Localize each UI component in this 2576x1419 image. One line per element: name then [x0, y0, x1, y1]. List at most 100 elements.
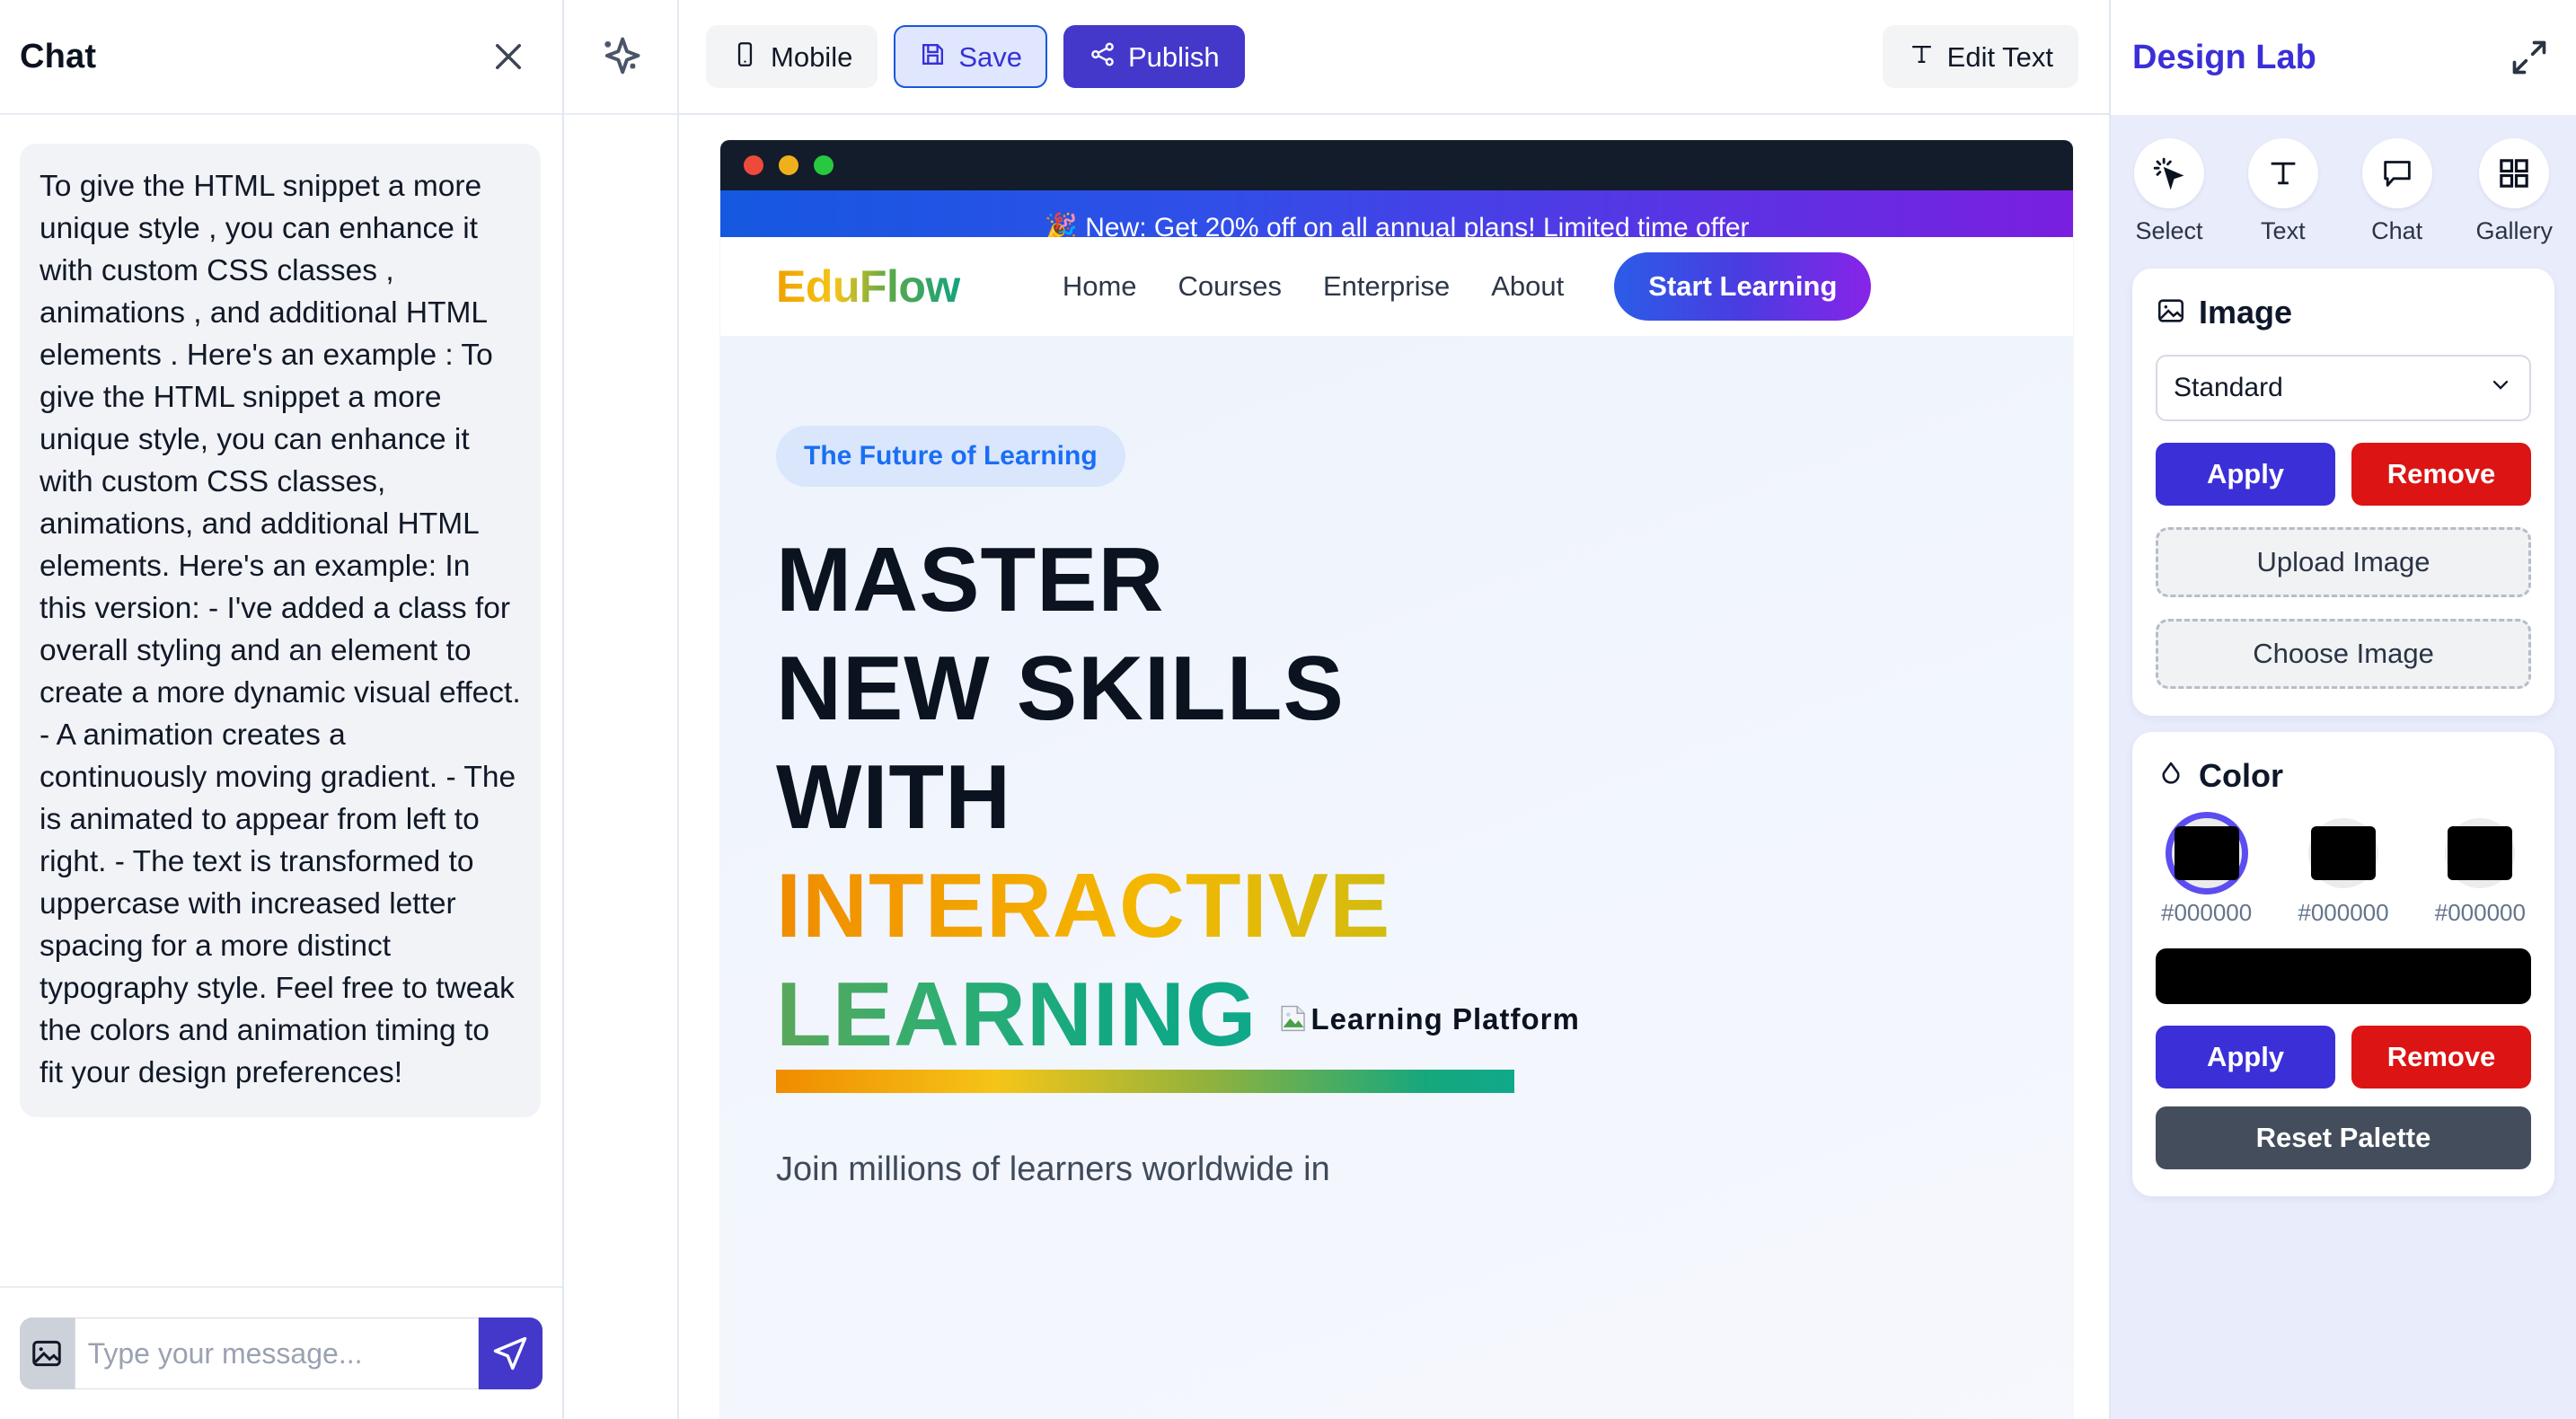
window-close-dot[interactable]	[744, 155, 763, 175]
image-card-title: Image	[2199, 294, 2293, 331]
save-icon	[919, 40, 947, 73]
chat-bubble-icon	[2361, 138, 2432, 208]
sparkles-icon[interactable]	[564, 0, 677, 115]
tool-select[interactable]: Select	[2134, 138, 2204, 245]
color-action-row: Apply Remove	[2156, 1026, 2531, 1088]
publish-button[interactable]: Publish	[1063, 25, 1245, 88]
tool-text-label: Text	[2261, 217, 2306, 244]
headline-accent-learning: LEARNING	[776, 965, 1257, 1065]
reset-palette-button[interactable]: Reset Palette	[2156, 1106, 2531, 1169]
color-swatch-hex-2: #000000	[2298, 899, 2389, 926]
chat-header: Chat	[0, 0, 562, 115]
chat-panel-title: Chat	[20, 37, 97, 75]
headline-line-2: NEW SKILLS	[776, 639, 1345, 739]
color-card-header: Color	[2156, 757, 2531, 795]
design-lab-title: Design Lab	[2132, 38, 2316, 76]
composer-bar	[20, 1318, 543, 1389]
hero-gradient-bar	[776, 1070, 1514, 1093]
broken-image-placeholder: Learning Platform	[1278, 1003, 1579, 1034]
chat-composer	[0, 1286, 562, 1419]
image-style-value: Standard	[2174, 373, 2283, 402]
broken-image-icon	[1281, 1005, 1306, 1032]
upload-image-button[interactable]: Upload Image	[2156, 527, 2531, 597]
cursor-click-icon	[2134, 138, 2204, 208]
image-card: Image Standard Apply Remove Upload Image…	[2132, 269, 2554, 716]
color-apply-button[interactable]: Apply	[2156, 1026, 2335, 1088]
browser-frame: 🎉 New: Get 20% off on all annual plans! …	[720, 140, 2073, 1419]
design-lab-panel: Design Lab Select Text Chat Gallery Imag…	[2109, 0, 2576, 1419]
image-action-row: Apply Remove	[2156, 443, 2531, 506]
hero-badge: The Future of Learning	[776, 426, 1125, 487]
site-nav-links: Home Courses Enterprise About	[1063, 270, 1564, 303]
color-preview-strip[interactable]	[2156, 948, 2531, 1004]
chevron-down-icon	[2488, 372, 2513, 404]
image-apply-button[interactable]: Apply	[2156, 443, 2335, 506]
chat-message-list: To give the HTML snippet a more unique s…	[0, 115, 562, 1286]
color-swatch-circle-3[interactable]	[2445, 818, 2516, 888]
color-swatch-circle-1[interactable]	[2171, 818, 2242, 888]
chat-message-bubble: To give the HTML snippet a more unique s…	[20, 144, 541, 1117]
image-style-select[interactable]: Standard	[2156, 355, 2531, 421]
nav-link-enterprise[interactable]: Enterprise	[1323, 270, 1450, 303]
nav-link-courses[interactable]: Courses	[1178, 270, 1282, 303]
grid-icon	[2479, 138, 2550, 208]
headline-line-3: WITH	[776, 747, 1012, 848]
color-swatch[interactable]: #000000	[2298, 818, 2389, 927]
choose-image-button[interactable]: Choose Image	[2156, 619, 2531, 689]
promo-text: 🎉 New: Get 20% off on all annual plans! …	[1044, 213, 1750, 237]
color-remove-button[interactable]: Remove	[2351, 1026, 2531, 1088]
hero-section: The Future of Learning MASTER NEW SKILLS…	[720, 336, 2073, 1419]
expand-icon[interactable]	[2510, 38, 2549, 77]
mobile-label: Mobile	[771, 40, 853, 73]
nav-link-about[interactable]: About	[1491, 270, 1564, 303]
color-card-title: Color	[2199, 757, 2283, 794]
color-swatch-hex-1: #000000	[2161, 899, 2253, 926]
window-minimize-dot[interactable]	[779, 155, 798, 175]
edit-text-button[interactable]: Edit Text	[1882, 25, 2078, 88]
color-swatch[interactable]: #000000	[2161, 818, 2252, 927]
send-icon[interactable]	[478, 1318, 543, 1389]
share-icon	[1089, 40, 1116, 73]
tool-gallery[interactable]: Gallery	[2475, 138, 2553, 245]
chat-input[interactable]	[74, 1318, 479, 1389]
mobile-icon	[731, 40, 759, 73]
save-label: Save	[958, 40, 1022, 73]
color-swatch-circle-2[interactable]	[2307, 818, 2378, 888]
tool-chat-label: Chat	[2371, 217, 2423, 244]
color-swatch-row: #000000 #000000 #000000	[2156, 818, 2531, 927]
tool-chat[interactable]: Chat	[2361, 138, 2432, 245]
image-remove-button[interactable]: Remove	[2351, 443, 2531, 506]
color-card: Color #000000 #000000 #000000 Apply Remo…	[2132, 732, 2554, 1196]
image-alt-text: Learning Platform	[1310, 1001, 1580, 1036]
design-tool-row: Select Text Chat Gallery	[2111, 115, 2576, 252]
browser-titlebar	[720, 140, 2073, 190]
app-root: Chat To give the HTML snippet a more uni…	[0, 0, 2576, 1419]
mobile-preview-button[interactable]: Mobile	[706, 25, 878, 88]
hero-headline: MASTER NEW SKILLS WITH INTERACTIVE LEARN…	[776, 535, 2073, 1061]
save-button[interactable]: Save	[894, 25, 1047, 88]
tool-text[interactable]: Text	[2247, 138, 2318, 245]
design-lab-header: Design Lab	[2111, 0, 2576, 115]
edit-text-label: Edit Text	[1946, 40, 2053, 73]
window-maximize-dot[interactable]	[814, 155, 834, 175]
headline-line-1: MASTER	[776, 530, 1165, 630]
tool-gallery-label: Gallery	[2475, 217, 2553, 244]
tool-select-label: Select	[2135, 217, 2203, 244]
website-preview: 🎉 New: Get 20% off on all annual plans! …	[679, 115, 2109, 1419]
droplet-icon	[2156, 759, 2186, 794]
close-icon[interactable]	[487, 35, 530, 78]
start-learning-button[interactable]: Start Learning	[1614, 252, 1872, 321]
nav-link-home[interactable]: Home	[1063, 270, 1137, 303]
image-icon[interactable]	[20, 1318, 75, 1389]
image-icon	[2156, 295, 2186, 331]
promo-banner: 🎉 New: Get 20% off on all annual plans! …	[720, 190, 2073, 237]
tool-rail	[564, 0, 679, 1419]
editor-center: Mobile Save Publish Edit Text 🎉 New: Get…	[679, 0, 2109, 1419]
site-navbar: EduFlow Home Courses Enterprise About St…	[720, 237, 2073, 336]
color-swatch-hex-3: #000000	[2434, 899, 2526, 926]
color-swatch[interactable]: #000000	[2435, 818, 2526, 927]
publish-label: Publish	[1128, 40, 1220, 73]
headline-accent-row: LEARNING Learning Platform	[776, 970, 2073, 1061]
image-card-header: Image	[2156, 294, 2531, 331]
type-icon	[1908, 40, 1936, 73]
